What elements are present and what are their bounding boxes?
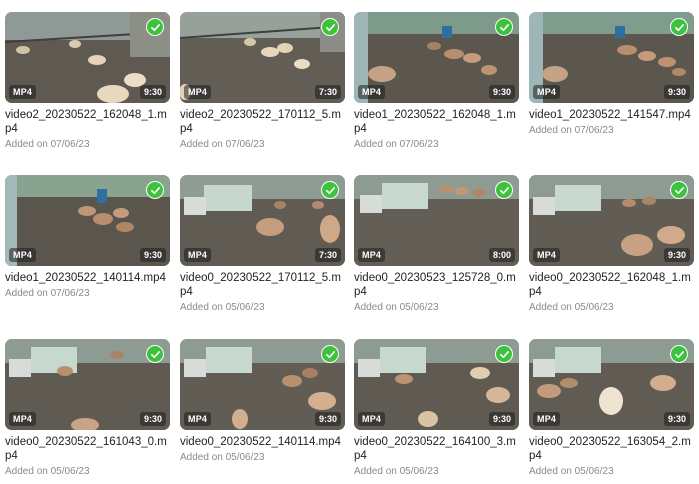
- selected-check-icon[interactable]: [495, 345, 513, 363]
- added-date: Added on 05/06/23: [180, 302, 265, 313]
- duration-badge: 9:30: [663, 85, 690, 99]
- added-date: Added on 05/06/23: [529, 466, 614, 477]
- added-date: Added on 07/06/23: [354, 139, 439, 150]
- video-filename[interactable]: video1_20230522_141547.mp4: [529, 108, 694, 122]
- video-card[interactable]: MP4 9:30 video0_20230522_162048_1.mp4 Ad…: [529, 175, 694, 314]
- video-card[interactable]: MP4 9:30 video1_20230522_140114.mp4 Adde…: [5, 175, 170, 300]
- duration-badge: 9:30: [488, 412, 515, 426]
- added-date: Added on 05/06/23: [529, 302, 614, 313]
- file-type-badge: MP4: [533, 412, 561, 426]
- file-type-badge: MP4: [9, 85, 37, 99]
- selected-check-icon[interactable]: [321, 345, 339, 363]
- added-date: Added on 05/06/23: [5, 466, 90, 477]
- video-card[interactable]: MP4 9:30 video1_20230522_162048_1.mp4 Ad…: [354, 12, 519, 151]
- video-card[interactable]: MP4 8:00 video0_20230523_125728_0.mp4 Ad…: [354, 175, 519, 314]
- video-filename[interactable]: video0_20230522_164100_3.mp4: [354, 435, 519, 463]
- file-type-badge: MP4: [533, 248, 561, 262]
- video-filename[interactable]: video0_20230522_163054_2.mp4: [529, 435, 694, 463]
- selected-check-icon[interactable]: [321, 18, 339, 36]
- video-filename[interactable]: video0_20230522_140114.mp4: [180, 435, 345, 449]
- video-card[interactable]: MP4 9:30 video0_20230522_164100_3.mp4 Ad…: [354, 339, 519, 478]
- video-thumbnail[interactable]: MP4 8:00: [354, 175, 519, 266]
- duration-badge: 7:30: [314, 85, 341, 99]
- file-type-badge: MP4: [9, 248, 37, 262]
- video-filename[interactable]: video0_20230522_170112_5.mp4: [180, 271, 345, 299]
- selected-check-icon[interactable]: [146, 345, 164, 363]
- video-card[interactable]: MP4 9:30 video1_20230522_141547.mp4 Adde…: [529, 12, 694, 137]
- selected-check-icon[interactable]: [321, 181, 339, 199]
- video-thumbnail[interactable]: MP4 9:30: [180, 339, 345, 430]
- file-type-badge: MP4: [184, 248, 212, 262]
- selected-check-icon[interactable]: [670, 18, 688, 36]
- file-type-badge: MP4: [9, 412, 37, 426]
- selected-check-icon[interactable]: [495, 181, 513, 199]
- duration-badge: 9:30: [139, 248, 166, 262]
- video-thumbnail[interactable]: MP4 7:30: [180, 12, 345, 103]
- added-date: Added on 05/06/23: [354, 466, 439, 477]
- file-type-badge: MP4: [184, 85, 212, 99]
- selected-check-icon[interactable]: [146, 181, 164, 199]
- video-thumbnail[interactable]: MP4 9:30: [5, 175, 170, 266]
- duration-badge: 9:30: [488, 85, 515, 99]
- video-thumbnail[interactable]: MP4 9:30: [354, 339, 519, 430]
- video-card[interactable]: MP4 7:30 video0_20230522_170112_5.mp4 Ad…: [180, 175, 345, 314]
- video-thumbnail[interactable]: MP4 9:30: [529, 12, 694, 103]
- video-card[interactable]: MP4 7:30 video2_20230522_170112_5.mp4 Ad…: [180, 12, 345, 151]
- duration-badge: 9:30: [139, 412, 166, 426]
- file-type-badge: MP4: [358, 412, 386, 426]
- duration-badge: 9:30: [139, 85, 166, 99]
- video-filename[interactable]: video0_20230522_162048_1.mp4: [529, 271, 694, 299]
- video-filename[interactable]: video2_20230522_170112_5.mp4: [180, 108, 345, 136]
- duration-badge: 9:30: [314, 412, 341, 426]
- video-card[interactable]: MP4 9:30 video0_20230522_140114.mp4 Adde…: [180, 339, 345, 464]
- video-thumbnail[interactable]: MP4 7:30: [180, 175, 345, 266]
- file-type-badge: MP4: [358, 248, 386, 262]
- added-date: Added on 07/06/23: [180, 139, 265, 150]
- added-date: Added on 07/06/23: [529, 125, 614, 136]
- added-date: Added on 07/06/23: [5, 288, 90, 299]
- selected-check-icon[interactable]: [495, 18, 513, 36]
- video-card[interactable]: MP4 9:30 video0_20230522_161043_0.mp4 Ad…: [5, 339, 170, 478]
- video-filename[interactable]: video1_20230522_162048_1.mp4: [354, 108, 519, 136]
- duration-badge: 9:30: [663, 412, 690, 426]
- video-filename[interactable]: video2_20230522_162048_1.mp4: [5, 108, 170, 136]
- duration-badge: 8:00: [488, 248, 515, 262]
- file-type-badge: MP4: [533, 85, 561, 99]
- duration-badge: 9:30: [663, 248, 690, 262]
- added-date: Added on 05/06/23: [180, 452, 265, 463]
- selected-check-icon[interactable]: [670, 345, 688, 363]
- video-thumbnail[interactable]: MP4 9:30: [354, 12, 519, 103]
- file-type-badge: MP4: [358, 85, 386, 99]
- video-thumbnail[interactable]: MP4 9:30: [529, 339, 694, 430]
- selected-check-icon[interactable]: [670, 181, 688, 199]
- duration-badge: 7:30: [314, 248, 341, 262]
- video-filename[interactable]: video0_20230523_125728_0.mp4: [354, 271, 519, 299]
- video-thumbnail[interactable]: MP4 9:30: [5, 12, 170, 103]
- video-grid: MP4 9:30 video2_20230522_162048_1.mp4 Ad…: [0, 0, 699, 484]
- video-card[interactable]: MP4 9:30 video2_20230522_162048_1.mp4 Ad…: [5, 12, 170, 151]
- selected-check-icon[interactable]: [146, 18, 164, 36]
- video-thumbnail[interactable]: MP4 9:30: [5, 339, 170, 430]
- video-card[interactable]: MP4 9:30 video0_20230522_163054_2.mp4 Ad…: [529, 339, 694, 478]
- video-filename[interactable]: video0_20230522_161043_0.mp4: [5, 435, 170, 463]
- video-filename[interactable]: video1_20230522_140114.mp4: [5, 271, 170, 285]
- added-date: Added on 05/06/23: [354, 302, 439, 313]
- file-type-badge: MP4: [184, 412, 212, 426]
- added-date: Added on 07/06/23: [5, 139, 90, 150]
- video-thumbnail[interactable]: MP4 9:30: [529, 175, 694, 266]
